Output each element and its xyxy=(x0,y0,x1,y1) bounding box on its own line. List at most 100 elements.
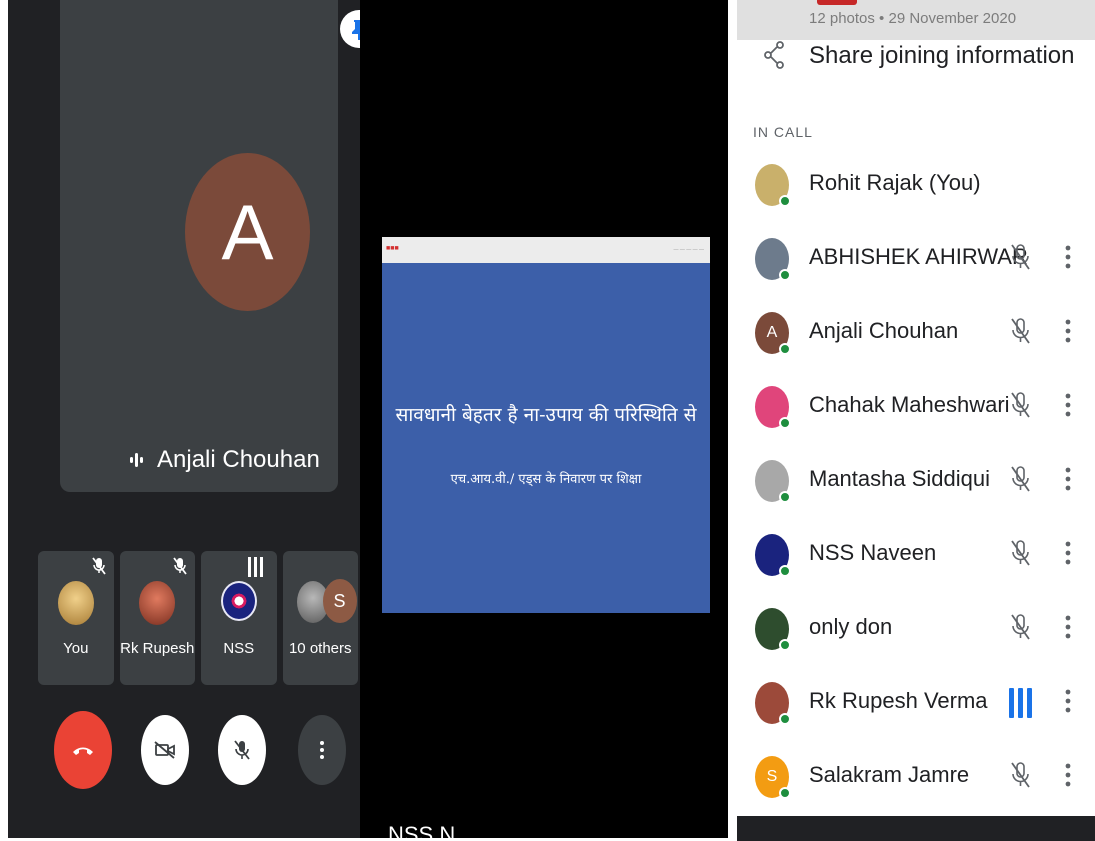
more-options-button[interactable] xyxy=(298,715,346,785)
participant-avatar: S xyxy=(755,756,791,799)
mic-off-icon xyxy=(234,740,250,760)
avatar xyxy=(139,581,176,625)
main-speaker-caption: Anjali Chouhan xyxy=(130,446,320,474)
participant-name: Mantasha Siddiqui xyxy=(809,466,991,491)
participant-more-button[interactable] xyxy=(1065,688,1071,719)
participant-mic-status[interactable] xyxy=(1009,612,1031,647)
bottom-nav-bar xyxy=(737,816,1095,841)
online-indicator xyxy=(779,713,791,725)
online-indicator xyxy=(779,565,791,577)
participant-more-button[interactable] xyxy=(1065,466,1071,497)
presentation-panel: ■■■ — — — — — सावधानी बेहतर है ना-उपाय क… xyxy=(360,0,728,838)
thumbnail-label: 10 others xyxy=(288,640,352,657)
main-speaker-initial: A xyxy=(221,187,274,276)
share-joining-info-row[interactable]: Share joining information xyxy=(737,38,1095,78)
more-vert-icon xyxy=(1065,541,1071,565)
call-controls xyxy=(46,711,356,791)
photo-info-bar: 12 photos • 29 November 2020 xyxy=(737,0,1095,40)
end-call-button[interactable] xyxy=(54,711,112,789)
participant-avatar xyxy=(755,164,791,207)
slide-heading: सावधानी बेहतर है ना-उपाय की परिस्थिति से xyxy=(395,404,697,426)
participant-more-button[interactable] xyxy=(1065,614,1071,645)
thumbnail-label: You xyxy=(63,640,89,657)
participant-mic-status[interactable] xyxy=(1009,538,1031,573)
mic-off-icon xyxy=(1011,318,1030,344)
slide-subheading: एच.आय.वी./ एड्स के निवारण पर शिक्षा xyxy=(450,472,642,487)
participant-name: only don xyxy=(809,614,893,639)
participant-name: Rk Rupesh Verma xyxy=(809,688,988,713)
participant-row[interactable]: only don xyxy=(737,592,1095,666)
participant-row[interactable]: A Anjali Chouhan xyxy=(737,296,1095,370)
speaking-bars-icon xyxy=(1009,688,1032,718)
participant-more-button[interactable] xyxy=(1065,244,1071,275)
participant-row[interactable]: Rohit Rajak (You) xyxy=(737,148,1095,222)
participant-more-button[interactable] xyxy=(1065,762,1071,793)
participant-name: Rohit Rajak (You) xyxy=(809,170,981,195)
thumbnail-you[interactable]: You xyxy=(38,551,114,685)
participant-thumbnails: You Rk Rupesh NSS S 10 others xyxy=(38,551,358,685)
avatar-initial: S xyxy=(333,590,346,611)
thumbnail-rk-rupesh[interactable]: Rk Rupesh xyxy=(119,551,195,685)
participant-avatar xyxy=(755,238,791,281)
participant-mic-status[interactable] xyxy=(1009,390,1031,425)
screenshot-collage: A Anjali Chouhan You Rk Rupesh NSS S 10 … xyxy=(0,0,1095,841)
participant-name: Anjali Chouhan xyxy=(809,318,959,343)
main-speaker-name: Anjali Chouhan xyxy=(157,446,320,473)
online-indicator xyxy=(779,787,791,799)
participants-panel: 12 photos • 29 November 2020 Share joini… xyxy=(737,0,1095,841)
audio-level-icon xyxy=(247,557,263,577)
mic-off-icon xyxy=(1011,466,1030,492)
avatar-initial: A xyxy=(766,324,778,341)
thumbnail-nss[interactable]: NSS xyxy=(201,551,277,685)
participant-mic-status[interactable] xyxy=(1009,242,1031,277)
participant-avatar xyxy=(755,460,791,503)
mic-toggle-button[interactable] xyxy=(218,715,266,785)
thumbnail-others[interactable]: S 10 others xyxy=(282,551,358,685)
participant-row[interactable]: Rk Rupesh Verma xyxy=(737,666,1095,740)
online-indicator xyxy=(779,343,791,355)
online-indicator xyxy=(779,195,791,207)
mic-off-icon xyxy=(1011,614,1030,640)
more-vert-icon xyxy=(1065,319,1071,343)
camera-off-icon xyxy=(154,741,175,759)
participant-avatar xyxy=(755,386,791,429)
more-vert-icon xyxy=(1065,393,1071,417)
participant-row[interactable]: NSS Naveen xyxy=(737,518,1095,592)
participant-mic-status[interactable] xyxy=(1009,316,1031,351)
participant-more-button[interactable] xyxy=(1065,392,1071,423)
slide-toolbar: ■■■ — — — — — xyxy=(382,237,710,263)
participant-avatar xyxy=(755,534,791,577)
meet-call-panel: A Anjali Chouhan You Rk Rupesh NSS S 10 … xyxy=(8,0,360,838)
participant-mic-status[interactable] xyxy=(1009,760,1031,795)
participant-avatar xyxy=(755,608,791,651)
photo-info-text: 12 photos • 29 November 2020 xyxy=(809,10,1017,27)
mic-off-icon xyxy=(1011,244,1030,270)
pin-button[interactable] xyxy=(340,10,360,48)
participant-more-button[interactable] xyxy=(1065,540,1071,571)
participant-row[interactable]: Mantasha Siddiqui xyxy=(737,444,1095,518)
share-icon xyxy=(764,41,784,69)
camera-toggle-button[interactable] xyxy=(141,715,189,785)
in-call-section-label: IN CALL xyxy=(753,124,813,140)
share-joining-info-label: Share joining information xyxy=(809,42,1075,69)
more-vert-icon xyxy=(1065,615,1071,639)
mic-off-icon xyxy=(1011,762,1030,788)
thumbnail-label: NSS xyxy=(223,640,255,657)
participant-more-button[interactable] xyxy=(1065,318,1071,349)
more-vert-icon xyxy=(1065,689,1071,713)
slide-url-mark: — — — — — xyxy=(673,247,704,253)
nss-logo-icon xyxy=(220,581,257,621)
avatar: S xyxy=(322,579,357,623)
presenter-name: NSS N xyxy=(388,822,456,838)
main-speaker-tile[interactable]: A Anjali Chouhan xyxy=(60,0,360,492)
more-vert-icon xyxy=(1065,763,1071,787)
participant-row[interactable]: Chahak Maheshwari xyxy=(737,370,1095,444)
mic-off-icon xyxy=(91,557,106,575)
participant-row[interactable]: ABHISHEK AHIRWAR xyxy=(737,222,1095,296)
participant-mic-status[interactable] xyxy=(1009,464,1031,499)
participant-name: ABHISHEK AHIRWAR xyxy=(809,244,1028,269)
online-indicator xyxy=(779,491,791,503)
participant-row[interactable]: S Salakram Jamre xyxy=(737,740,1095,814)
online-indicator xyxy=(779,417,791,429)
mic-off-icon xyxy=(1011,540,1030,566)
